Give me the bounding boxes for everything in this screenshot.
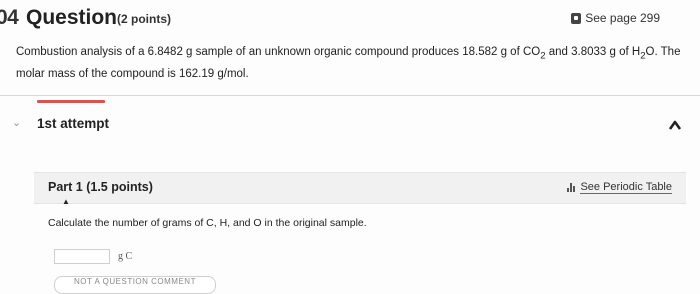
question-points: (2 points): [117, 12, 171, 26]
divider: [0, 95, 700, 96]
mouse-cursor-icon: ▲: [62, 197, 70, 206]
chevron-down-icon[interactable]: ⌄: [12, 116, 21, 129]
hint-button[interactable]: NOT A QUESTION COMMENT: [54, 276, 216, 294]
problem-text-part1: Combustion analysis of a 6.8482 g sample…: [16, 46, 541, 58]
see-page-link[interactable]: See page 299: [571, 11, 660, 25]
part-header: Part 1 (1.5 points) See Periodic Table: [34, 172, 686, 204]
part-label: Part 1 (1.5 points): [48, 180, 153, 194]
see-page-label: See page 299: [585, 11, 660, 25]
problem-statement: Combustion analysis of a 6.8482 g sample…: [16, 46, 681, 81]
unit-label: g C: [118, 251, 133, 262]
attempt-label: 1st attempt: [37, 116, 110, 131]
book-icon: [571, 12, 582, 24]
question-number: 04: [0, 6, 19, 29]
attempt-header[interactable]: ⌄ 1st attempt: [0, 104, 700, 150]
part-instruction: Calculate the number of grams of C, H, a…: [48, 217, 367, 229]
bar-chart-icon: [567, 183, 577, 192]
grams-carbon-input[interactable]: [54, 249, 110, 264]
problem-text-part2: and 3.8033 g of H: [545, 46, 641, 58]
periodic-table-label: See Periodic Table: [580, 181, 672, 194]
arrow-up-icon[interactable]: [668, 118, 682, 132]
periodic-table-link[interactable]: See Periodic Table: [567, 181, 672, 194]
question-title: Question: [26, 6, 118, 29]
attempt-indicator: [37, 100, 105, 103]
